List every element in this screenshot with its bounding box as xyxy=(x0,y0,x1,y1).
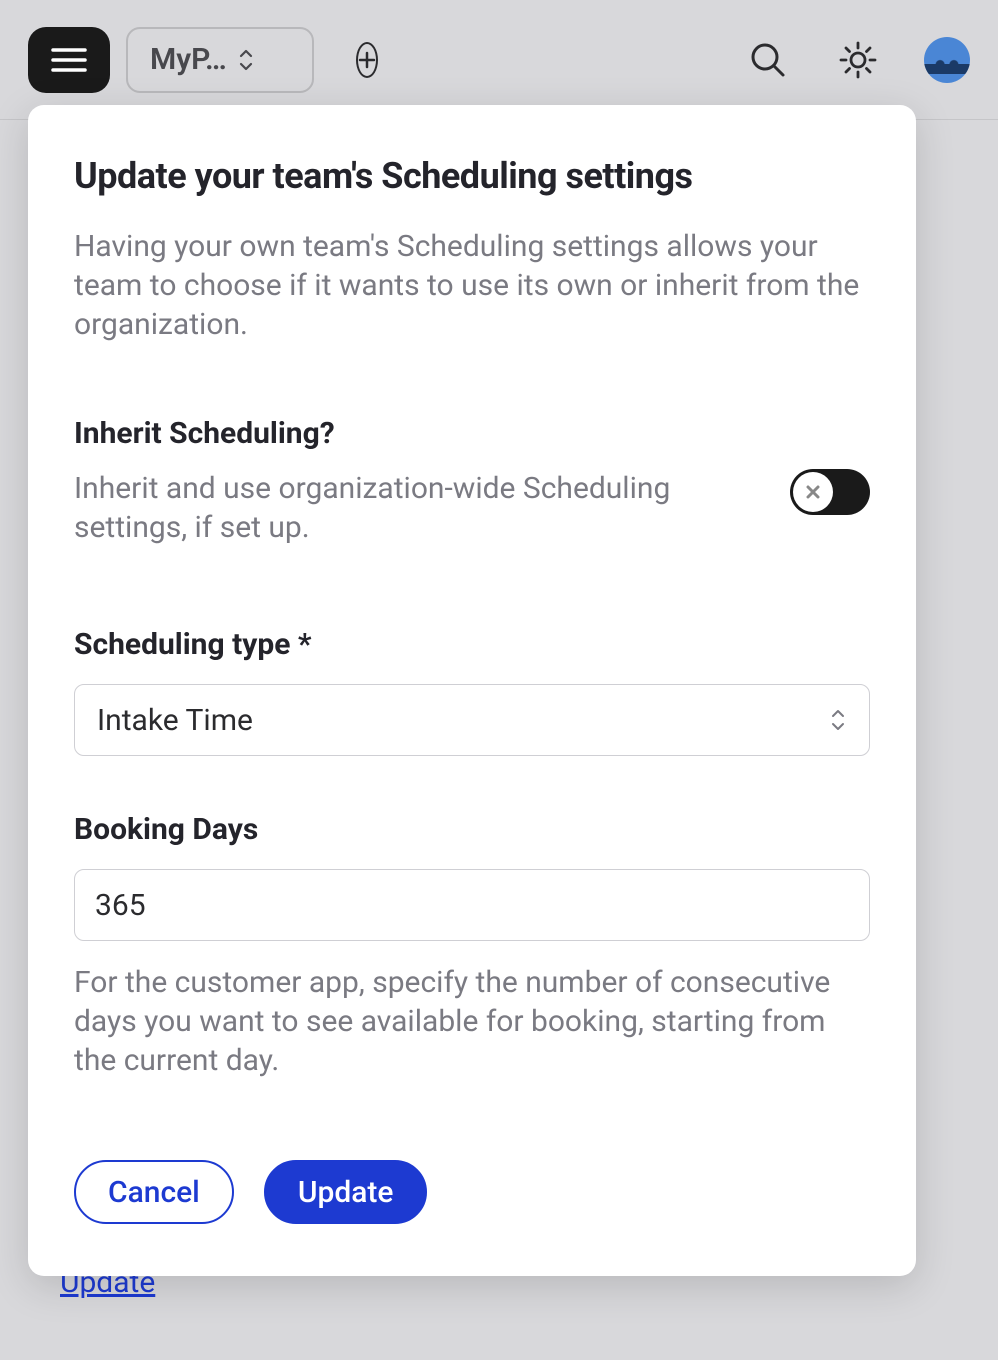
booking-days-input[interactable] xyxy=(74,869,870,941)
update-button[interactable]: Update xyxy=(264,1160,428,1224)
booking-days-help: For the customer app, specify the number… xyxy=(74,963,870,1080)
scheduling-type-value: Intake Time xyxy=(97,703,253,738)
scheduling-type-group: Scheduling type * Intake Time xyxy=(74,627,870,756)
inherit-description: Inherit and use organization-wide Schedu… xyxy=(74,469,770,547)
x-icon xyxy=(793,472,833,512)
search-button[interactable] xyxy=(744,36,792,84)
project-selector[interactable]: MyP… xyxy=(126,27,314,93)
scheduling-type-label: Scheduling type * xyxy=(74,627,870,662)
add-button[interactable] xyxy=(330,36,378,84)
sun-icon xyxy=(839,41,877,79)
modal-description: Having your own team's Scheduling settin… xyxy=(74,227,870,344)
chevron-updown-icon xyxy=(237,47,255,73)
modal-footer: Cancel Update xyxy=(74,1160,870,1224)
cancel-button[interactable]: Cancel xyxy=(74,1160,234,1224)
inherit-heading: Inherit Scheduling? xyxy=(74,416,870,451)
booking-days-label: Booking Days xyxy=(74,812,870,847)
hamburger-icon xyxy=(51,46,87,74)
theme-toggle-button[interactable] xyxy=(834,36,882,84)
search-icon xyxy=(749,41,787,79)
inherit-toggle[interactable] xyxy=(790,469,870,515)
chevron-updown-icon xyxy=(829,707,847,733)
project-selector-label: MyP… xyxy=(150,42,227,77)
user-avatar[interactable] xyxy=(924,37,970,83)
booking-days-group: Booking Days For the customer app, speci… xyxy=(74,812,870,1080)
scheduling-type-select[interactable]: Intake Time xyxy=(74,684,870,756)
menu-button[interactable] xyxy=(28,27,110,93)
scheduling-settings-modal: Update your team's Scheduling settings H… xyxy=(28,105,916,1276)
modal-title: Update your team's Scheduling settings xyxy=(74,155,870,197)
plus-circle-icon xyxy=(356,42,378,78)
app-header: MyP… xyxy=(0,0,998,120)
inherit-section: Inherit Scheduling? Inherit and use orga… xyxy=(74,416,870,547)
